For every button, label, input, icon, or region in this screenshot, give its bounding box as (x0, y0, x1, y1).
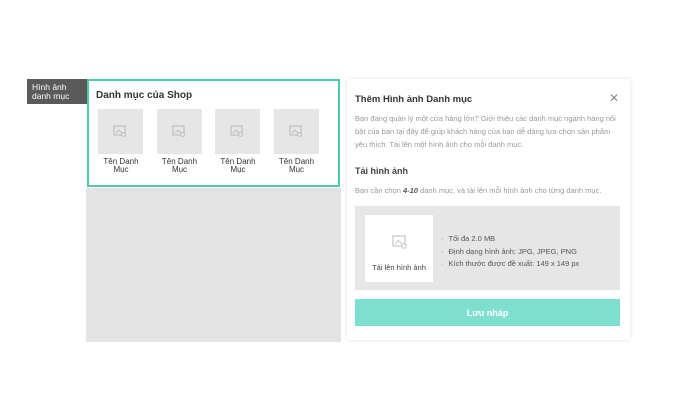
upload-hint-text-end: danh mục, và tải lên mỗi hình ảnh cho từ… (417, 186, 602, 195)
upload-heading: Tải hình ảnh (355, 166, 408, 176)
preview-background (86, 188, 341, 342)
category-thumbnail (273, 109, 319, 154)
section-label-line2: danh mục (32, 91, 70, 101)
category-thumbnail (156, 109, 202, 154)
requirement-item: Tối đa 2.0 MB (441, 233, 579, 246)
image-placeholder-icon (113, 125, 126, 137)
modal-title: Thêm Hình ảnh Danh mục (355, 94, 473, 105)
shop-category-title: Danh mục của Shop (96, 90, 193, 101)
upload-image-button[interactable]: Tải lên hình ảnh (365, 215, 433, 282)
upload-hint-range: 4-10 (402, 186, 418, 195)
image-placeholder-icon (288, 125, 302, 137)
category-item[interactable]: Tên Danh Mục (156, 109, 203, 174)
requirement-item: Định dạng hình ảnh: JPG, JPEG, PNG (441, 246, 579, 259)
category-item[interactable]: Tên Danh Mục (98, 109, 144, 174)
requirement-item: Kích thước được đề xuất: 149 x 149 px (441, 258, 580, 271)
category-name-line2: Mục (113, 165, 129, 174)
category-thumbnail (215, 109, 260, 154)
category-name: Tên Danh Mục (274, 158, 320, 174)
image-placeholder-icon (171, 125, 185, 137)
add-category-image-modal: Thêm Hình ảnh Danh mục ✕ Bạn đang quản l… (347, 79, 630, 340)
upload-area: Tải lên hình ảnh Tối đa 2.0 MB Định dạng… (355, 206, 620, 290)
upload-hint-text: Bạn cần chọn (355, 186, 403, 195)
modal-description: Bạn đang quản lý một cửa hàng lớn? Giới … (355, 114, 616, 149)
image-upload-icon (392, 235, 407, 249)
category-name-line2: Mục (171, 165, 188, 174)
category-item[interactable]: Tên Danh Mục (215, 109, 261, 174)
upload-image-label: Tải lên hình ảnh (372, 263, 426, 272)
shop-category-panel: Danh mục của Shop Tên Danh Mục Tên Danh … (87, 79, 340, 187)
category-name: Tên Danh Mục (215, 158, 261, 174)
category-name-line2: Mục (230, 165, 246, 174)
close-icon[interactable]: ✕ (609, 91, 619, 105)
category-name: Tên Danh Mục (157, 158, 203, 174)
save-draft-button[interactable]: Lưu nháp (355, 299, 620, 326)
upload-hint: Bạn cần chọn 4-10 danh mục, và tải lên m… (355, 186, 601, 195)
category-thumbnail (98, 109, 143, 154)
section-label: Hình ảnh danh mục (27, 79, 87, 104)
category-list: Tên Danh Mục Tên Danh Mục Tên Danh Mục T… (98, 109, 332, 174)
category-name-line2: Mục (288, 165, 305, 174)
category-item[interactable]: Tên Danh Mục (273, 109, 320, 174)
image-placeholder-icon (230, 125, 243, 137)
category-name: Tên Danh Mục (98, 158, 144, 174)
upload-requirements: Tối đa 2.0 MB Định dạng hình ảnh: JPG, J… (441, 233, 580, 271)
